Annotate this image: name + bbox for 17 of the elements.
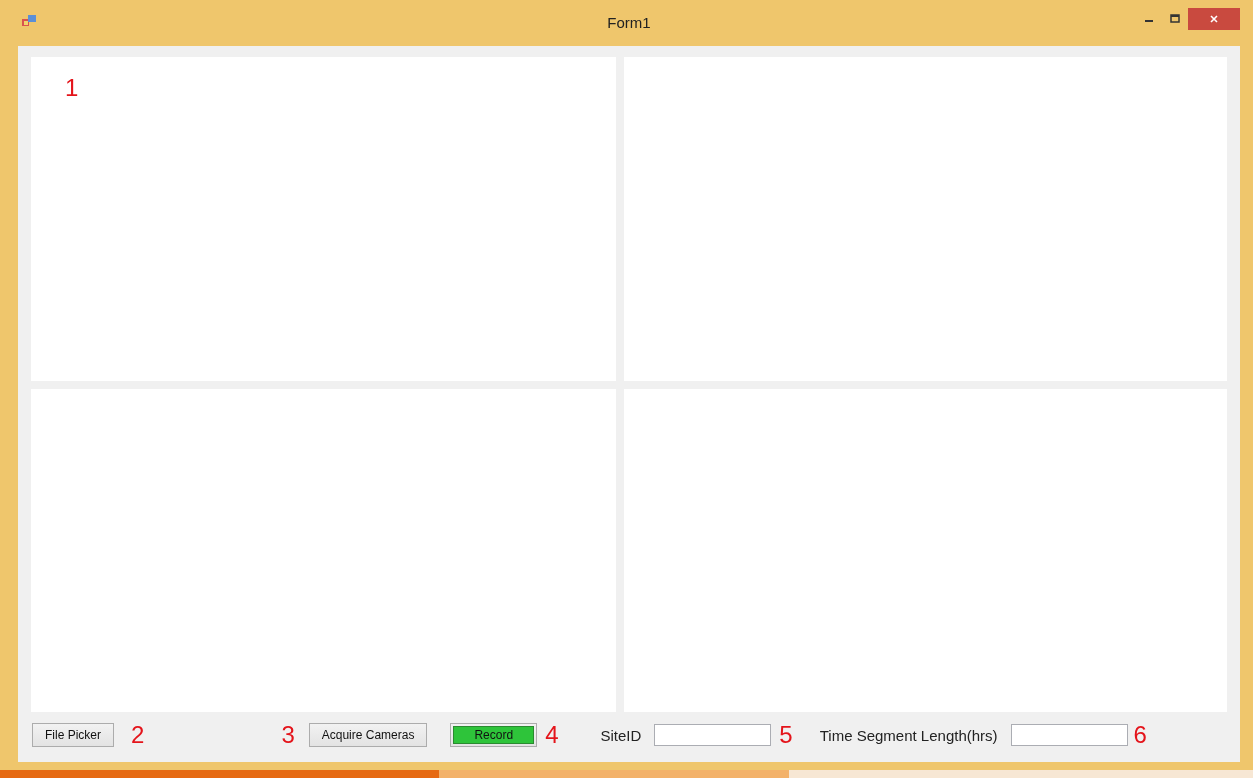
input-field[interactable] bbox=[654, 724, 772, 746]
annotation-number: 1 bbox=[65, 75, 79, 101]
field-label: SiteID bbox=[600, 726, 642, 744]
app-icon bbox=[22, 15, 36, 27]
field-label: Time Segment Length(hrs) bbox=[819, 726, 998, 744]
input-field[interactable] bbox=[1010, 724, 1128, 746]
form-button[interactable]: File Picker bbox=[32, 723, 114, 747]
annotation-number: 3 bbox=[281, 722, 295, 748]
annotation-number: 2 bbox=[131, 722, 145, 748]
window-title: Form1 bbox=[606, 14, 652, 31]
annotation-number: 5 bbox=[779, 722, 793, 748]
maximize-icon bbox=[1170, 14, 1180, 24]
form-button[interactable]: Acquire Cameras bbox=[308, 723, 428, 747]
form-button[interactable]: Record bbox=[450, 723, 538, 747]
annotation-number: 6 bbox=[1133, 722, 1147, 748]
close-icon bbox=[1209, 14, 1219, 24]
annotation-number: 4 bbox=[545, 722, 559, 748]
